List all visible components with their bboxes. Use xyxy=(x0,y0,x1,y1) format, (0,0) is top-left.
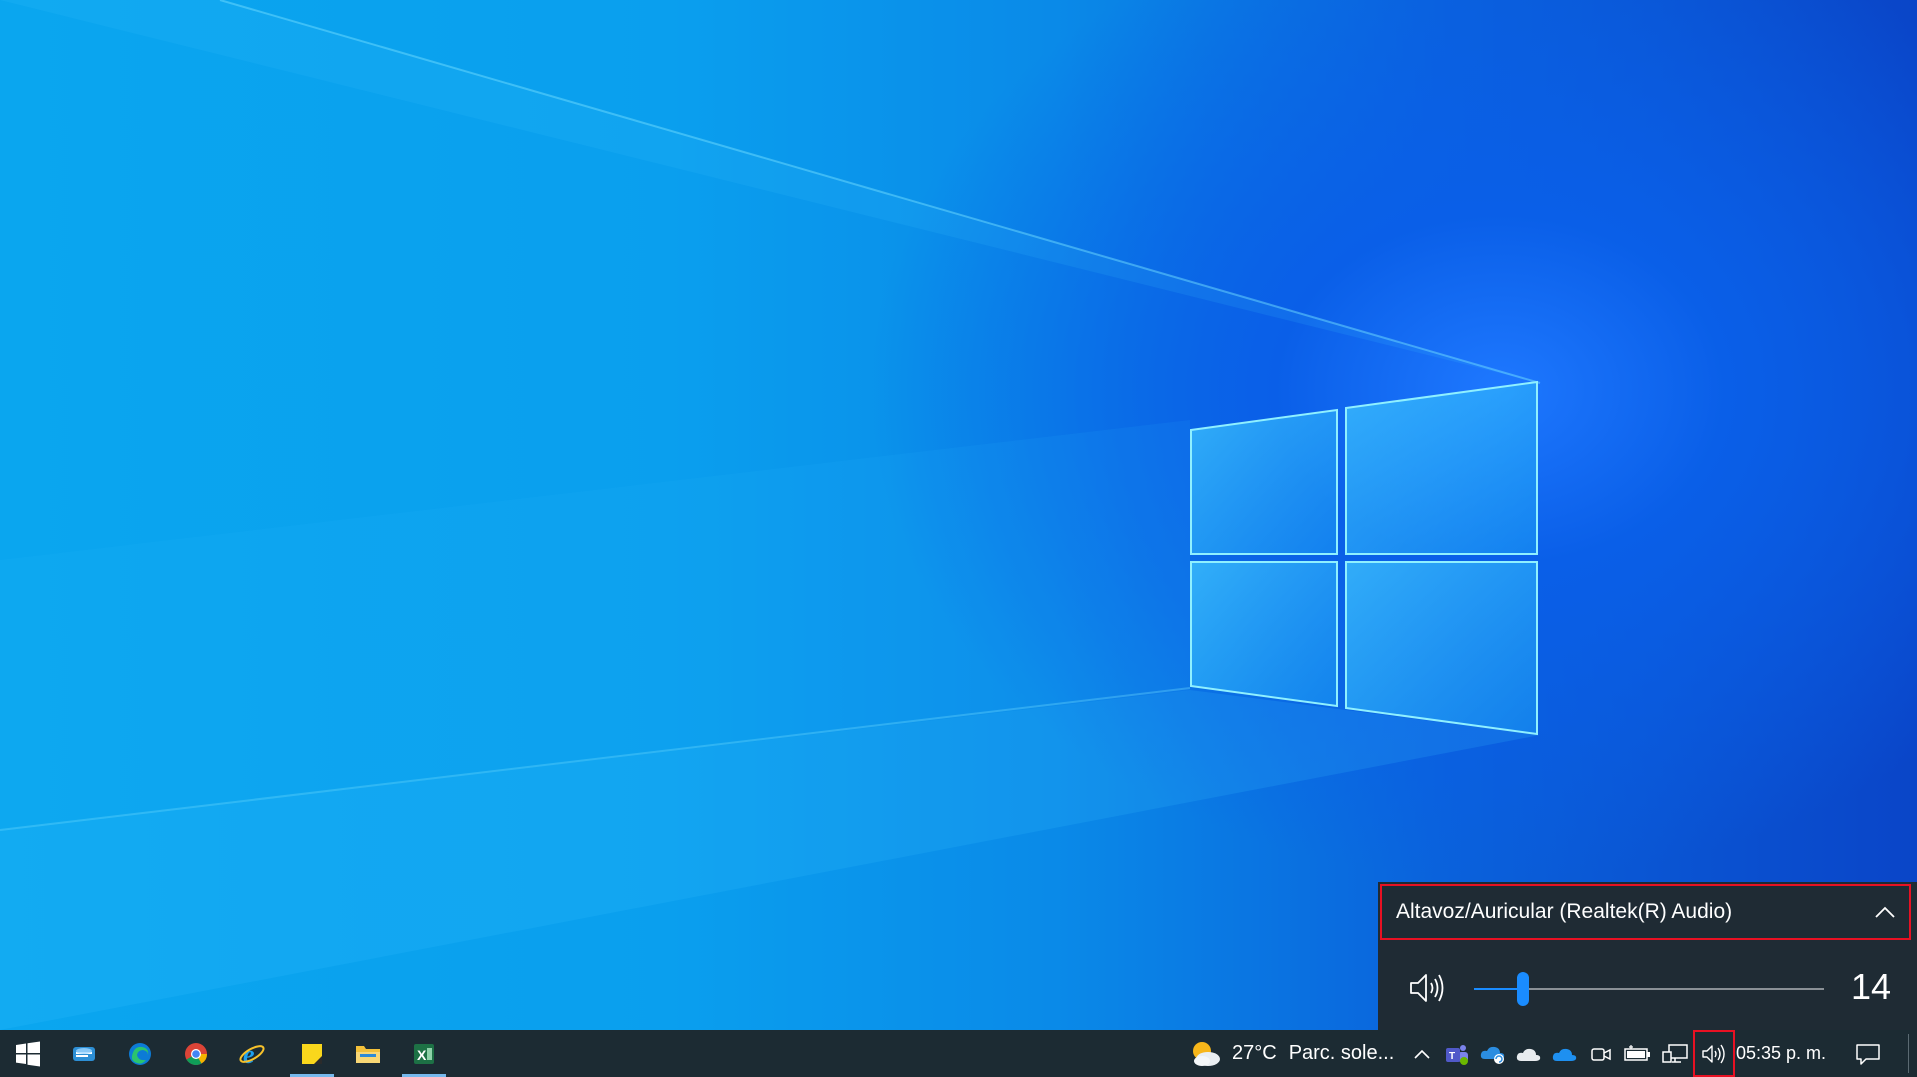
app-excel[interactable]: X xyxy=(396,1030,452,1077)
show-hidden-icons-button[interactable] xyxy=(1408,1030,1436,1077)
chevron-up-icon xyxy=(1414,1049,1430,1059)
folder-icon xyxy=(356,1045,380,1063)
tray-teams[interactable]: T xyxy=(1442,1030,1472,1077)
tray-onedrive-business[interactable] xyxy=(1550,1030,1580,1077)
internet-explorer-icon: e xyxy=(239,1040,265,1068)
tray-volume-button[interactable] xyxy=(1693,1030,1735,1077)
weather-widget[interactable]: 27°C Parc. sole... xyxy=(1188,1030,1394,1077)
weather-description: Parc. sole... xyxy=(1288,1042,1395,1064)
tray-network[interactable] xyxy=(1658,1030,1692,1077)
tray-onedrive-sync[interactable] xyxy=(1478,1030,1508,1077)
app-file-explorer[interactable] xyxy=(340,1030,396,1077)
app-edge[interactable] xyxy=(112,1030,168,1077)
cloud-white-icon xyxy=(1516,1048,1541,1061)
notification-icon xyxy=(1856,1043,1880,1065)
mute-button[interactable] xyxy=(1406,968,1450,1008)
ethernet-icon xyxy=(1662,1043,1688,1063)
network-app-icon xyxy=(73,1046,95,1061)
edge-icon xyxy=(129,1042,151,1065)
windows-logo-icon xyxy=(16,1041,40,1066)
cloud-sync-icon xyxy=(1480,1046,1505,1064)
desktop-wallpaper: Altavoz/Auricular (Realtek(R) Audio) 14 xyxy=(0,0,1917,1030)
svg-text:T: T xyxy=(1449,1051,1455,1062)
speaker-icon xyxy=(1702,1044,1725,1063)
svg-text:X: X xyxy=(417,1047,427,1063)
app-network[interactable] xyxy=(56,1030,112,1077)
weather-temperature: 27°C xyxy=(1232,1042,1277,1064)
chevron-up-icon xyxy=(1867,897,1903,927)
show-desktop-button[interactable] xyxy=(1908,1034,1909,1073)
tray-onedrive-personal[interactable] xyxy=(1514,1030,1544,1077)
battery-icon xyxy=(1624,1044,1650,1061)
tray-battery[interactable] xyxy=(1620,1030,1654,1077)
sticky-notes-icon xyxy=(302,1043,322,1064)
excel-icon: X xyxy=(414,1043,434,1064)
app-sticky-notes[interactable] xyxy=(284,1030,340,1077)
volume-slider[interactable] xyxy=(1474,972,1824,1006)
volume-row: 14 xyxy=(1378,946,1917,1030)
start-button[interactable] xyxy=(0,1030,56,1077)
volume-slider-thumb[interactable] xyxy=(1517,972,1529,1006)
audio-device-name: Altavoz/Auricular (Realtek(R) Audio) xyxy=(1396,900,1733,923)
volume-slider-fill xyxy=(1474,988,1523,990)
volume-flyout: Altavoz/Auricular (Realtek(R) Audio) 14 xyxy=(1378,882,1917,1030)
app-chrome[interactable] xyxy=(168,1030,224,1077)
audio-device-selector[interactable]: Altavoz/Auricular (Realtek(R) Audio) xyxy=(1380,884,1911,940)
camera-icon xyxy=(1591,1047,1611,1061)
windows-logo-wallpaper xyxy=(0,0,1541,1030)
action-center-button[interactable] xyxy=(1848,1030,1888,1077)
volume-value: 14 xyxy=(1850,966,1891,1007)
tray-meet-now[interactable] xyxy=(1586,1030,1616,1077)
teams-icon: T xyxy=(1446,1044,1468,1065)
chrome-icon xyxy=(185,1042,207,1065)
partly-sunny-icon xyxy=(1193,1041,1220,1066)
taskbar: e X 27°C Parc. sole... T 05:35 p. m. xyxy=(0,1030,1917,1077)
app-internet-explorer[interactable]: e xyxy=(224,1030,280,1077)
speaker-icon xyxy=(1410,974,1444,1002)
cloud-blue-icon xyxy=(1552,1048,1577,1061)
taskbar-clock[interactable]: 05:35 p. m. xyxy=(1736,1030,1826,1077)
